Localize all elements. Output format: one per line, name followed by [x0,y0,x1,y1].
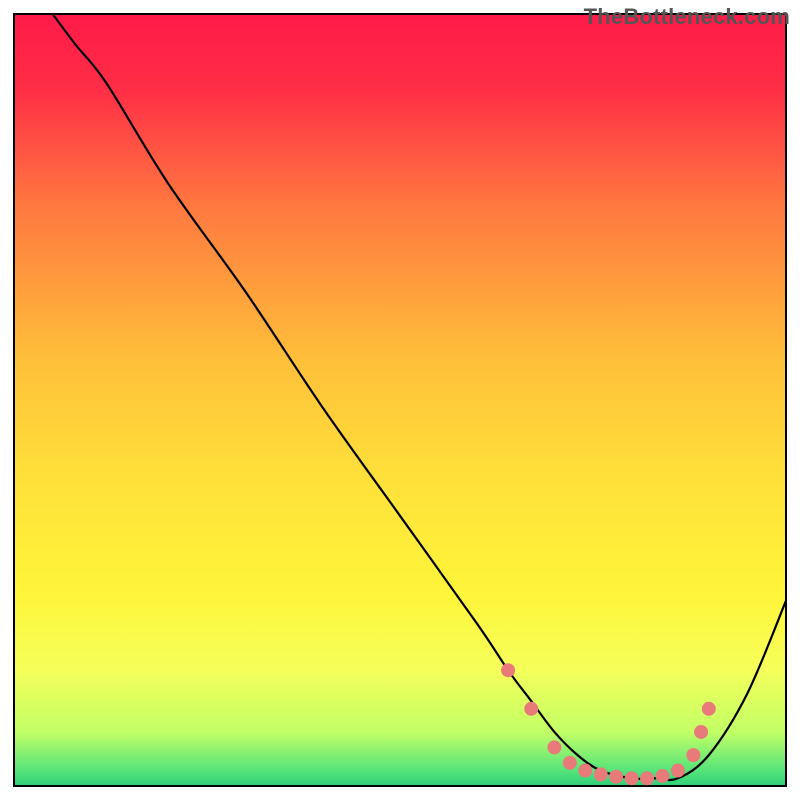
marker-dot [594,767,608,781]
marker-dot [578,764,592,778]
marker-dot [609,770,623,784]
marker-dot [694,725,708,739]
marker-dot [501,663,515,677]
marker-dot [625,771,639,785]
watermark-text: TheBottleneck.com [584,4,790,30]
marker-dot [702,702,716,716]
marker-dot [655,769,669,783]
marker-dot [547,740,561,754]
marker-dot [563,756,577,770]
marker-dot [640,771,654,785]
marker-dot [671,764,685,778]
gradient-background [14,14,786,786]
marker-dot [686,748,700,762]
marker-dot [524,702,538,716]
bottleneck-chart [0,0,800,800]
chart-container: TheBottleneck.com [0,0,800,800]
